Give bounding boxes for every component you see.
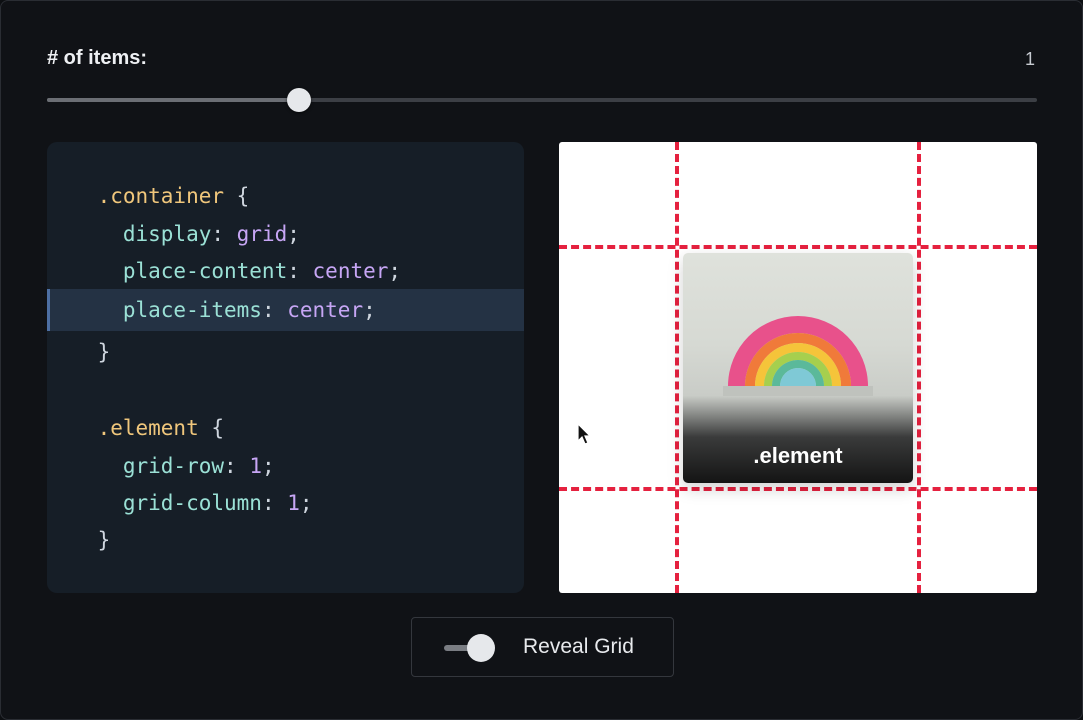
demo-frame: # of items: 1 .container { display: grid…	[0, 0, 1083, 720]
colon: :	[211, 222, 237, 246]
place-items-value: center	[287, 298, 364, 322]
open-brace: {	[224, 184, 250, 208]
slider-fill	[47, 98, 300, 102]
code-line-display: display: grid;	[47, 213, 524, 255]
code-line-place-items-highlighted: place-items: center;	[47, 289, 524, 331]
colon: :	[261, 491, 288, 515]
toggle-knob[interactable]	[467, 634, 495, 662]
code-line-element-close: }	[47, 519, 524, 561]
items-slider[interactable]	[47, 88, 1037, 112]
rainbow-toy-image	[723, 316, 873, 396]
gridline-vertical-2	[917, 142, 921, 593]
code-line-container-open: .container {	[47, 175, 524, 217]
toggle-label: Reveal Grid	[523, 635, 634, 658]
close-brace: }	[97, 528, 111, 552]
semicolon: ;	[299, 491, 313, 515]
element-label: .element	[753, 443, 843, 468]
element-card: .element	[683, 253, 913, 483]
place-content-prop: place-content	[122, 259, 288, 283]
grid-row-value: 1	[249, 454, 262, 478]
grid-row-prop: grid-row	[122, 454, 225, 478]
place-items-prop: place-items	[122, 298, 262, 322]
code-panel: .container { display: grid; place-conten…	[47, 142, 524, 593]
grid-column-prop: grid-column	[122, 491, 262, 515]
gridline-horizontal-1	[559, 245, 1037, 249]
display-prop: display	[122, 222, 212, 246]
semicolon: ;	[261, 454, 275, 478]
semicolon: ;	[363, 298, 376, 322]
reveal-grid-toggle[interactable]: Reveal Grid	[411, 617, 674, 677]
code-line-container-close: }	[47, 331, 524, 373]
code-line-element-open: .element {	[47, 407, 524, 449]
display-value: grid	[236, 222, 288, 246]
semicolon: ;	[287, 222, 300, 246]
container-selector: .container	[97, 184, 225, 208]
element-selector: .element	[97, 416, 199, 440]
grid-preview: .element	[559, 142, 1037, 593]
items-label: # of items:	[47, 47, 148, 69]
place-content-value: center	[312, 259, 389, 283]
mouse-cursor-icon	[577, 423, 592, 445]
colon: :	[224, 454, 250, 478]
colon: :	[287, 259, 313, 283]
open-brace: {	[198, 416, 225, 440]
code-line-grid-column: grid-column: 1;	[47, 482, 524, 524]
code-line-grid-row: grid-row: 1;	[47, 445, 524, 487]
semicolon: ;	[388, 259, 402, 283]
items-count: 1	[1024, 49, 1035, 69]
gridline-horizontal-2	[559, 487, 1037, 491]
code-line-place-content: place-content: center;	[47, 250, 524, 292]
gridline-vertical-1	[675, 142, 679, 593]
slider-thumb[interactable]	[287, 88, 312, 112]
colon: :	[261, 298, 288, 322]
close-brace: }	[97, 340, 111, 364]
grid-column-value: 1	[287, 491, 300, 515]
